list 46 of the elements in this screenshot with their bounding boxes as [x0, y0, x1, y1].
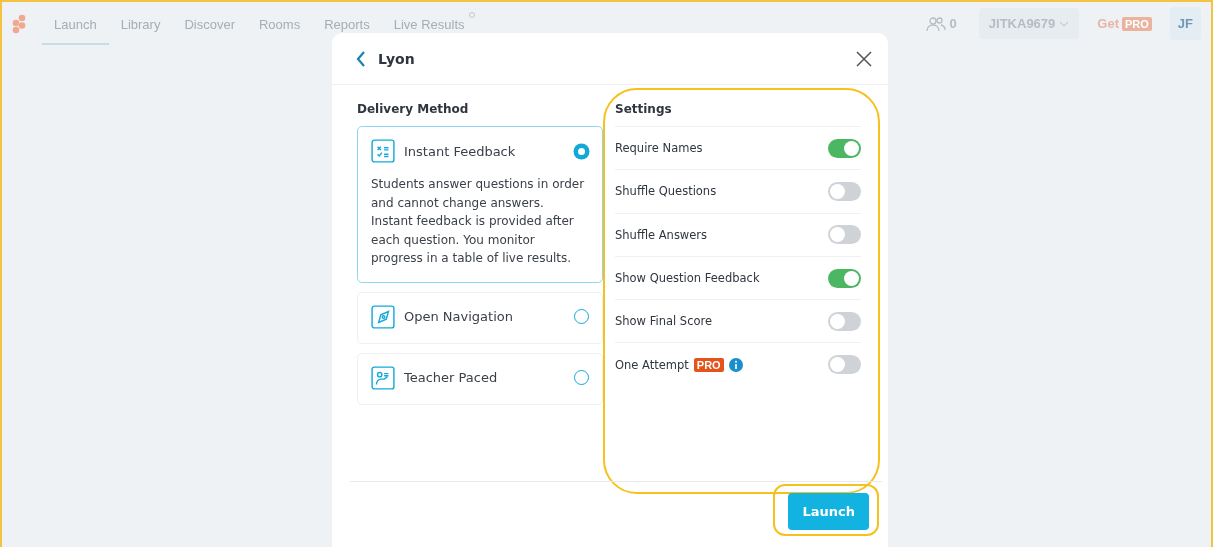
toggle-switch[interactable] — [828, 181, 861, 201]
get-pro-button[interactable]: Get PRO — [1089, 16, 1160, 31]
nav-tab[interactable]: Library — [108, 6, 173, 45]
setting-label: Show Final Score — [615, 314, 713, 329]
section-heading: Settings — [615, 101, 673, 118]
students-count: 0 — [949, 16, 957, 31]
setting-label: Shuffle Questions — [615, 184, 717, 199]
toggle-switch[interactable] — [828, 225, 861, 245]
presenter-icon — [371, 365, 395, 390]
toggle-switch[interactable] — [828, 311, 861, 331]
dialog-title: Lyon — [378, 50, 415, 67]
back-button[interactable] — [356, 50, 366, 67]
setting-label: Shuffle Answers — [615, 227, 708, 242]
chevron-down-icon — [1059, 20, 1070, 27]
chevron-left-icon — [356, 50, 366, 67]
checklist-icon — [371, 139, 395, 163]
section-heading: Delivery Method — [357, 101, 470, 118]
option-label: Instant Feedback — [404, 143, 517, 159]
toggle-switch[interactable] — [828, 138, 861, 158]
pro-badge: PRO — [693, 357, 724, 372]
toggle-switch[interactable] — [828, 355, 861, 375]
radio-button[interactable] — [574, 143, 589, 159]
nav-tab[interactable]: Rooms — [247, 6, 313, 45]
option-label: Teacher Paced — [404, 370, 499, 385]
option-description: Students answer questions in order and cannot change answers. Instant feedback is provided after each question. You monitor progress in a table of live results. — [371, 176, 586, 267]
option-label: Open Navigation — [404, 309, 514, 324]
nav-tab[interactable]: Launch — [42, 6, 109, 45]
setting-label: Require Names — [615, 141, 703, 156]
close-icon — [856, 50, 872, 67]
info-icon[interactable] — [728, 357, 743, 372]
avatar[interactable]: JF — [1169, 7, 1201, 40]
nav-tab[interactable]: Reports — [312, 6, 382, 45]
users-icon — [925, 15, 946, 32]
delivery-option-card[interactable]: Open Navigation — [357, 291, 603, 344]
close-button[interactable] — [856, 50, 872, 67]
logo-icon[interactable] — [12, 13, 28, 34]
radio-button[interactable] — [574, 370, 589, 385]
nav-tab[interactable]: Discover — [172, 6, 247, 45]
compass-icon — [371, 304, 395, 329]
delivery-option-card[interactable]: Instant Feedback Students answer questions in order and cannot change answers. Instant feedback is provided after each question. You monitor progress in a table of live results. — [357, 126, 603, 283]
setting-label: Show Question Feedback — [615, 271, 760, 286]
delivery-option-card[interactable]: Teacher Paced — [357, 352, 603, 405]
launch-button[interactable]: Launch — [788, 493, 869, 530]
radio-button[interactable] — [574, 309, 589, 324]
setting-label: One Attempt — [615, 357, 689, 372]
toggle-switch[interactable] — [828, 268, 861, 288]
